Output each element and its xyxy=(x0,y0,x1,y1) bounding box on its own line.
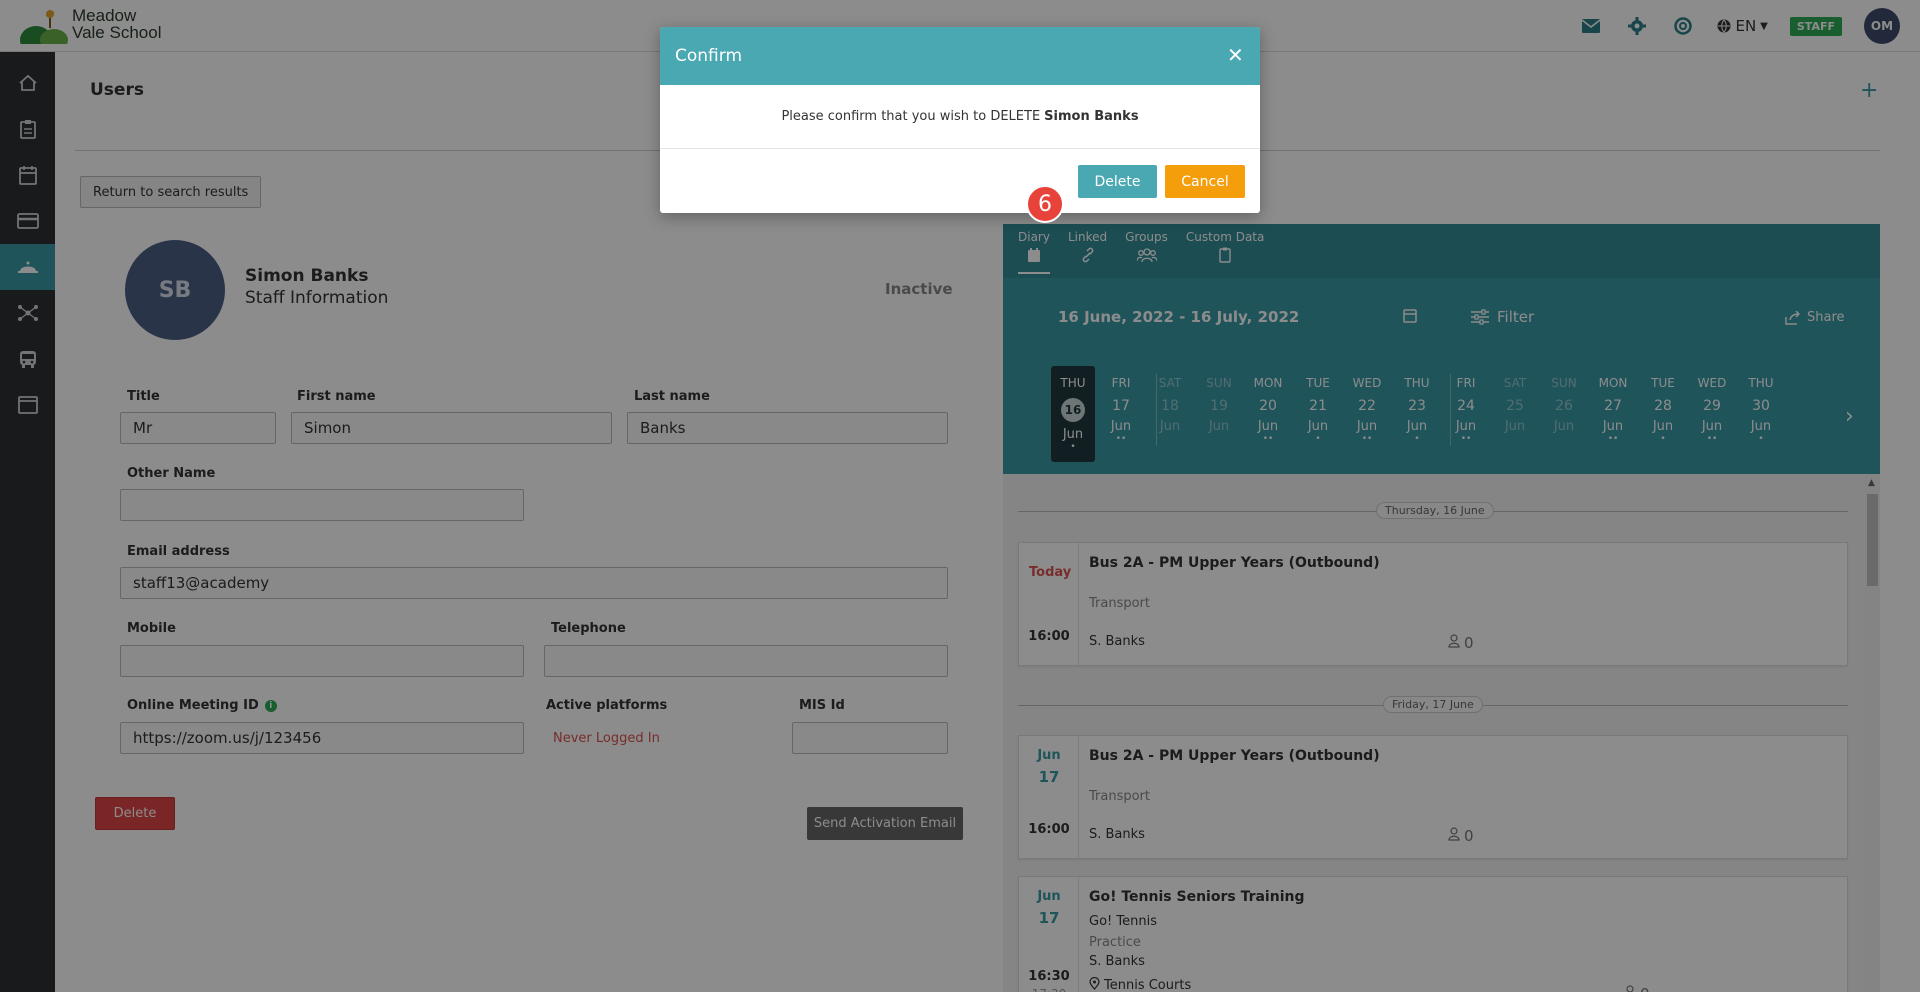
confirm-dialog: Confirm ✕ Please confirm that you wish t… xyxy=(660,27,1260,213)
dialog-message-text: Please confirm that you wish to DELETE xyxy=(781,109,1041,124)
dialog-message: Please confirm that you wish to DELETE S… xyxy=(660,85,1260,149)
step-number-badge: 6 xyxy=(1026,185,1064,223)
confirm-delete-button[interactable]: Delete xyxy=(1078,165,1157,198)
cancel-button[interactable]: Cancel xyxy=(1165,165,1245,198)
dialog-header: Confirm xyxy=(660,27,1260,85)
close-icon[interactable]: ✕ xyxy=(1227,43,1244,67)
dialog-target-name: Simon Banks xyxy=(1044,109,1139,124)
dialog-title: Confirm xyxy=(675,46,743,66)
